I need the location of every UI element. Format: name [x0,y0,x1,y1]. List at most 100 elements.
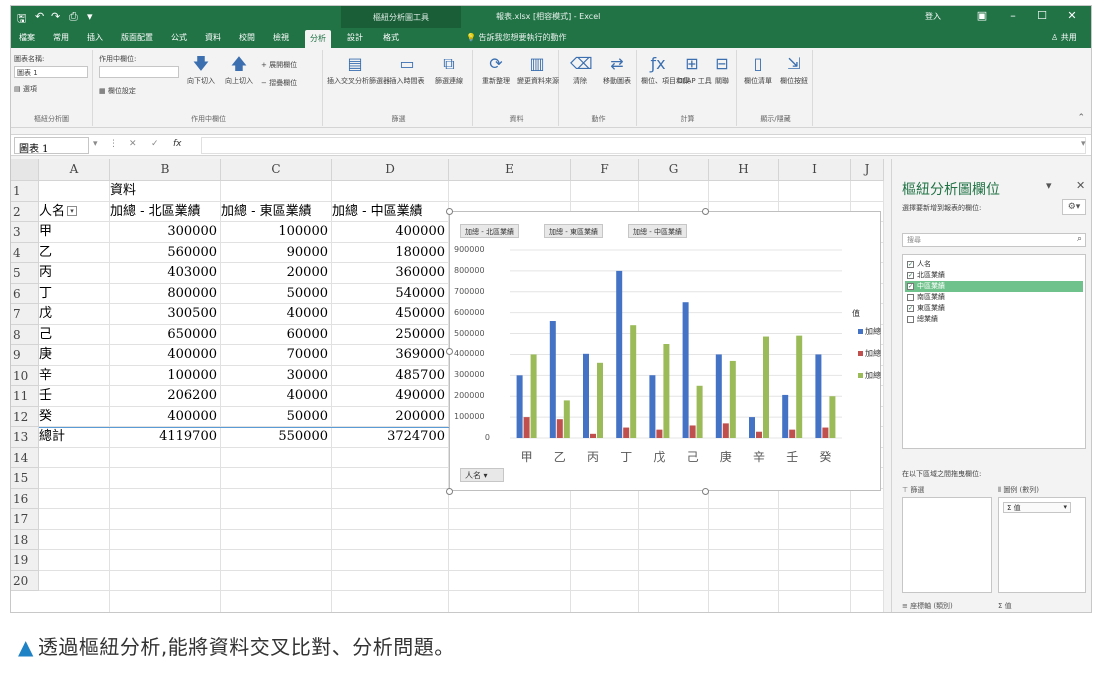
field-item[interactable]: ✓ 北區業績 [905,270,1083,281]
checkbox-checked-icon[interactable]: ✓ [907,271,914,279]
bar[interactable] [630,325,637,438]
field-item[interactable]: 總業績 [905,314,1083,325]
maximize-icon[interactable]: ☐ [1033,9,1051,22]
bar[interactable] [530,354,537,438]
bar[interactable] [656,429,663,438]
cell-value[interactable]: 50000 [221,284,331,303]
column-header[interactable]: D [332,159,449,181]
bar[interactable] [616,270,623,438]
axis-field-button[interactable]: 人名 ▾ [460,468,504,482]
cell-total-value[interactable]: 4119700 [110,427,220,446]
pane-options-icon[interactable]: ▾ [1046,179,1052,192]
cell-header-name[interactable]: 人名 ▾ [39,202,109,221]
pane-gear-icon[interactable]: ⚙▾ [1062,199,1086,215]
cell-value[interactable]: 50000 [221,407,331,426]
row-header[interactable]: 8 [11,324,39,345]
chart-name-input[interactable]: 圖表 1 [14,66,88,78]
ribbon-display-icon[interactable]: ▣ [973,9,991,22]
pane-close-icon[interactable]: ✕ [1076,179,1085,192]
undo-icon[interactable]: ↶ [35,10,44,23]
bar[interactable] [549,321,556,438]
save-icon[interactable]: 🖫 [17,10,26,29]
enter-icon[interactable]: ✓ [151,139,159,149]
column-header[interactable]: H [709,159,779,181]
cell-header-value[interactable]: 加總 - 東區業績 [221,202,331,221]
field-list-button[interactable]: ▯ 欄位清單 [741,54,775,86]
row-header[interactable]: 6 [11,283,39,304]
drill-down-button[interactable]: 🡇 向下切入 [183,54,219,86]
tab-design[interactable]: 設計 [347,32,363,43]
bar[interactable] [789,429,796,438]
tell-me-box[interactable]: 💡 告訴我您想要執行的動作 [466,32,567,43]
cell-value[interactable]: 90000 [221,243,331,262]
tab-formulas[interactable]: 公式 [171,32,187,43]
bar[interactable] [722,423,729,438]
print-preview-icon[interactable]: ⎙ [69,10,78,24]
cell-value[interactable]: 300000 [110,222,220,241]
active-field-input[interactable] [99,66,179,78]
cell-row-label[interactable]: 癸 [39,407,109,426]
collapse-ribbon-icon[interactable]: ⌃ [1077,113,1085,123]
column-header[interactable]: G [639,159,709,181]
column-header[interactable]: F [571,159,639,181]
cell-row-label[interactable]: 丙 [39,263,109,282]
row-header[interactable]: 18 [11,529,39,550]
cell-header-value[interactable]: 加總 - 中區業績 [332,202,448,221]
cell-data-label[interactable]: 資料 [110,181,220,200]
options-button[interactable]: ▤ 選項 [14,84,37,94]
cell-value[interactable]: 650000 [110,325,220,344]
bar[interactable] [682,302,689,438]
row-header[interactable]: 17 [11,509,39,530]
legend-drop-area[interactable]: Σ 值 ▾ [998,497,1086,593]
cell-value[interactable]: 40000 [221,386,331,405]
cell-row-label[interactable]: 甲 [39,222,109,241]
cell-total-label[interactable]: 總計 [39,427,109,446]
bar[interactable] [756,431,762,438]
bar[interactable] [796,335,803,438]
cell-value[interactable]: 180000 [332,243,448,262]
cell-value[interactable]: 20000 [221,263,331,282]
insert-timeline-button[interactable]: ▭ 插入時間表 [387,54,427,86]
bar[interactable] [689,425,696,438]
tab-format[interactable]: 格式 [383,32,399,43]
checkbox-checked-icon[interactable]: ✓ [907,260,914,268]
checkbox-unchecked-icon[interactable] [907,315,914,323]
cell-value[interactable]: 485700 [332,366,448,385]
share-button[interactable]: ♙ 共用 [1051,32,1077,43]
move-chart-button[interactable]: ⇄ 移動圖表 [599,54,635,86]
cell-total-value[interactable]: 550000 [221,427,331,446]
tab-review[interactable]: 校閱 [239,32,255,43]
expand-field-button[interactable]: + 展開欄位 [261,60,297,70]
field-buttons-button[interactable]: ⇲ 欄位按鈕 [777,54,811,86]
filter-connections-button[interactable]: ⧉ 篩選連線 [429,54,469,86]
column-header[interactable]: E [449,159,571,181]
cell-row-label[interactable]: 辛 [39,366,109,385]
cell-value[interactable]: 100000 [110,366,220,385]
cancel-icon[interactable]: ✕ [129,139,137,149]
cell-value[interactable]: 400000 [332,222,448,241]
cell-row-label[interactable]: 壬 [39,386,109,405]
name-box[interactable]: 圖表 1 [14,137,89,155]
row-header[interactable]: 4 [11,242,39,263]
collapse-field-button[interactable]: − 摺疊欄位 [261,78,297,88]
cell-value[interactable]: 800000 [110,284,220,303]
insert-function-icon[interactable]: fx [173,139,182,149]
bar[interactable] [590,433,596,438]
field-item[interactable]: ✓ 中區業績 [905,281,1083,292]
filter-dropdown-icon[interactable]: ▾ [67,206,78,216]
sign-in-link[interactable]: 登入 [925,11,941,22]
bar[interactable] [556,419,563,438]
row-header[interactable]: 10 [11,365,39,386]
formula-input[interactable] [201,137,1086,154]
cell-value[interactable]: 560000 [110,243,220,262]
bar[interactable] [583,353,589,438]
legend-values-item[interactable]: Σ 值 ▾ [1003,502,1071,513]
worksheet-grid[interactable]: ABCDEFGHIJ 1 2 3 4 5 6 7 8 9 10 11 12 13 14 15 16 17 18 19… [11,159,884,612]
row-header[interactable]: 12 [11,406,39,427]
cell-value[interactable]: 40000 [221,304,331,323]
cell-value[interactable]: 60000 [221,325,331,344]
column-header[interactable]: J [851,159,884,181]
legend-entry[interactable]: 加總 [858,348,881,359]
cell-value[interactable]: 100000 [221,222,331,241]
cell-value[interactable]: 30000 [221,366,331,385]
